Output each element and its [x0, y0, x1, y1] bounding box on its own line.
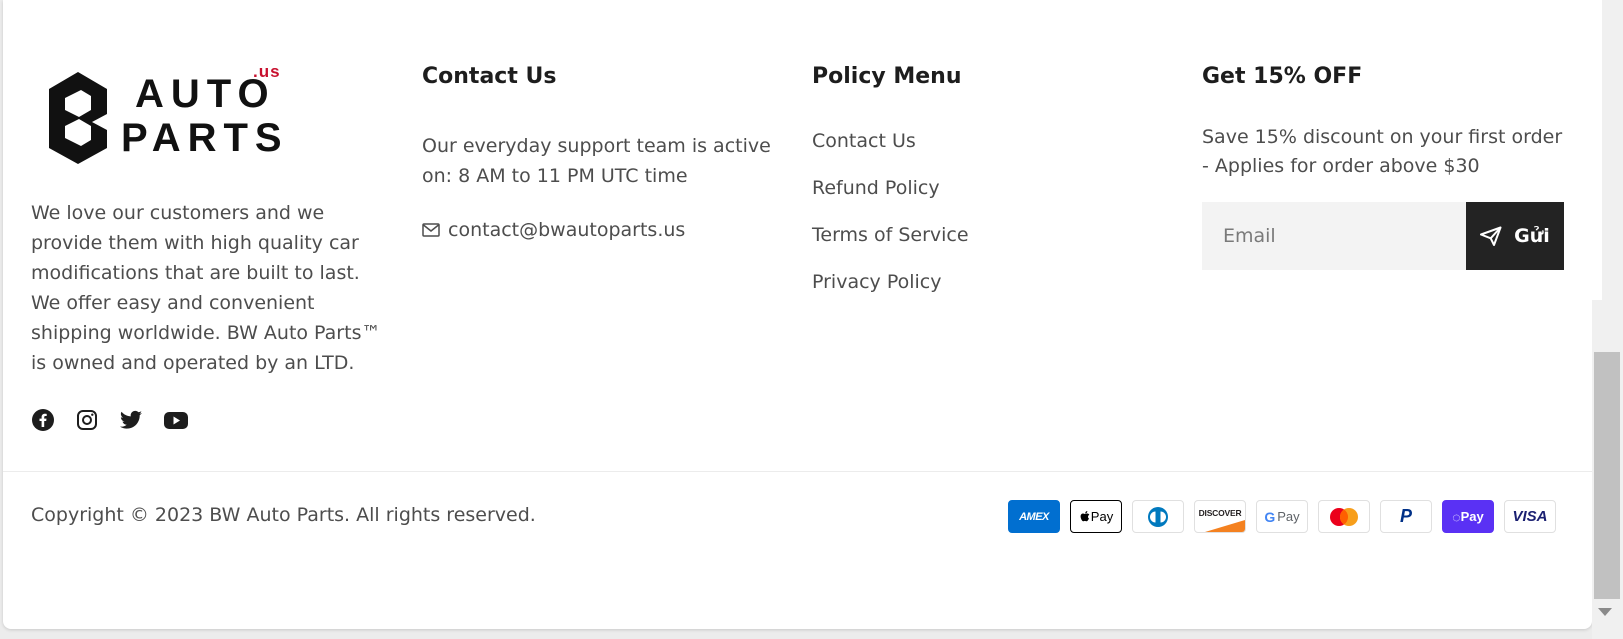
twitter-icon[interactable] — [119, 408, 143, 432]
newsletter-submit-button[interactable]: Gửi — [1466, 202, 1564, 270]
logo-word-parts: PARTS — [121, 116, 289, 160]
logo-word-auto: AUTO — [135, 72, 276, 116]
policy-link-refund[interactable]: Refund Policy — [812, 177, 1182, 224]
paypal-card-icon: P — [1380, 500, 1432, 533]
contact-column: Contact Us Our everyday support team is … — [422, 62, 792, 241]
newsletter-submit-label: Gửi — [1514, 225, 1550, 247]
policy-menu: Contact Us Refund Policy Terms of Servic… — [812, 130, 1182, 318]
social-links — [31, 408, 401, 432]
payment-methods: AMEX Pay DISCOVER G Pay P ◌ Pay VISA — [1008, 500, 1556, 533]
about-text: We love our customers and we provide the… — [31, 202, 381, 374]
contact-email: contact@bwautoparts.us — [448, 219, 686, 241]
youtube-icon[interactable] — [163, 408, 189, 432]
newsletter-heading: Get 15% OFF — [1202, 64, 1363, 89]
shop-pay-card-icon: ◌ Pay — [1442, 500, 1494, 533]
apple-pay-card-icon: Pay — [1070, 500, 1122, 533]
send-icon — [1480, 226, 1502, 246]
contact-email-link[interactable]: contact@bwautoparts.us — [422, 219, 792, 241]
scrollbar-top-area — [1592, 0, 1602, 300]
support-hours-text: Our everyday support team is active on: … — [422, 135, 771, 187]
policy-link-terms[interactable]: Terms of Service — [812, 224, 1182, 271]
newsletter-text: Save 15% discount on your first order - … — [1202, 126, 1563, 177]
brand-logo[interactable]: .us AUTO PARTS — [45, 62, 305, 177]
facebook-icon[interactable] — [31, 408, 55, 432]
policy-link-contact[interactable]: Contact Us — [812, 130, 1182, 177]
amex-card-icon: AMEX — [1008, 500, 1060, 533]
discover-card-icon: DISCOVER — [1194, 500, 1246, 533]
scroll-down-arrow-icon[interactable] — [1598, 608, 1612, 616]
policy-link-privacy[interactable]: Privacy Policy — [812, 271, 1182, 318]
contact-heading: Contact Us — [422, 64, 557, 89]
brand-column: .us AUTO PARTS We love our customers and… — [31, 62, 401, 432]
copyright-text: Copyright © 2023 BW Auto Parts. All righ… — [31, 504, 536, 526]
logo-mark-icon — [49, 72, 107, 164]
mail-icon — [422, 223, 440, 237]
policy-heading: Policy Menu — [812, 64, 962, 89]
apple-icon — [1080, 511, 1090, 522]
mastercard-card-icon — [1318, 500, 1370, 533]
footer-section: .us AUTO PARTS We love our customers and… — [3, 0, 1592, 629]
newsletter-column: Get 15% OFF Save 15% discount on your fi… — [1202, 62, 1572, 270]
scrollbar-thumb[interactable] — [1594, 352, 1620, 599]
google-pay-card-icon: G Pay — [1256, 500, 1308, 533]
newsletter-email-input[interactable] — [1202, 202, 1466, 270]
footer-divider — [3, 471, 1592, 472]
instagram-icon[interactable] — [75, 408, 99, 432]
newsletter-form: Gửi — [1202, 202, 1564, 270]
diners-club-card-icon — [1132, 500, 1184, 533]
visa-card-icon: VISA — [1504, 500, 1556, 533]
policy-column: Policy Menu Contact Us Refund Policy Ter… — [812, 62, 1182, 318]
